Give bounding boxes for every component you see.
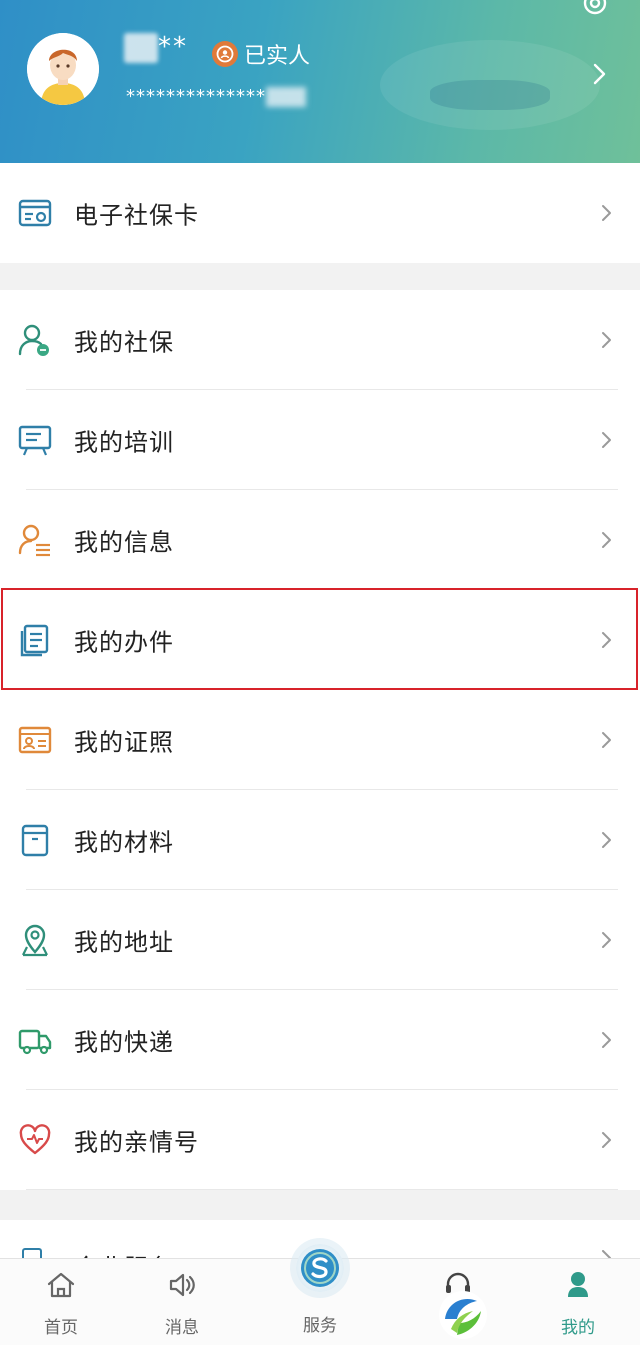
masked-name-block xyxy=(124,32,158,63)
masked-id-block xyxy=(266,87,306,107)
chevron-right-icon xyxy=(602,1132,611,1148)
menu-item-label: 我的培训 xyxy=(74,428,174,457)
profile-header[interactable]: ** 已实人 ************** xyxy=(0,0,640,163)
user-name: ** xyxy=(124,32,188,63)
masked-id: ************** xyxy=(126,86,306,107)
menu-item-label: 我的快递 xyxy=(74,1028,174,1057)
menu-item-my-social-security[interactable]: 我的社保 xyxy=(0,290,640,390)
watermark-logo-icon xyxy=(439,1291,487,1339)
chevron-right-icon xyxy=(602,1250,611,1258)
menu-item-my-address[interactable]: 我的地址 xyxy=(0,890,640,990)
menu-item-social-security-card[interactable]: 电子社保卡 xyxy=(0,163,640,263)
user-security-icon xyxy=(18,324,49,356)
chevron-right-icon xyxy=(602,332,611,348)
tab-customer-service[interactable] xyxy=(413,1259,503,1345)
menu-item-label: 电子社保卡 xyxy=(74,201,199,230)
menu-item-label: 我的材料 xyxy=(74,828,174,857)
social-security-card-icon xyxy=(18,199,52,227)
menu-item-label: 我的地址 xyxy=(74,928,174,957)
chevron-right-icon[interactable] xyxy=(592,62,608,86)
menu-item-label: 我的办件 xyxy=(74,628,174,657)
menu-item-my-licenses[interactable]: 我的证照 xyxy=(0,690,640,790)
service-center-button[interactable] xyxy=(296,1244,344,1292)
folder-icon xyxy=(21,824,49,857)
menu-item-my-materials[interactable]: 我的材料 xyxy=(0,790,640,890)
menu-item-my-family-number[interactable]: 我的亲情号 xyxy=(0,1090,640,1190)
chevron-right-icon xyxy=(602,532,611,548)
divider xyxy=(26,1189,618,1190)
verified-icon xyxy=(212,41,238,67)
my-menu-group: 我的社保 我的培训 我的信息 我的办件 我的证照 我的材料 我的地址 我的快递 … xyxy=(0,290,640,1190)
chevron-right-icon xyxy=(602,932,611,948)
location-pin-icon xyxy=(22,924,48,957)
avatar[interactable] xyxy=(27,33,99,105)
delivery-truck-icon xyxy=(18,1029,52,1055)
chevron-right-icon xyxy=(602,432,611,448)
chevron-right-icon xyxy=(602,205,611,221)
chevron-right-icon xyxy=(602,832,611,848)
home-icon xyxy=(47,1272,75,1298)
profile-icon xyxy=(568,1272,588,1297)
documents-icon xyxy=(20,624,49,657)
tab-label: 服务 xyxy=(303,1316,337,1336)
menu-item-my-cases[interactable]: 我的办件 xyxy=(0,590,640,690)
user-info-icon xyxy=(18,524,50,557)
menu-item-my-express[interactable]: 我的快递 xyxy=(0,990,640,1090)
speaker-icon xyxy=(169,1273,195,1297)
training-board-icon xyxy=(18,425,52,456)
chevron-right-icon xyxy=(602,1032,611,1048)
verified-badge: 已实人 xyxy=(212,38,310,70)
verified-label: 已实人 xyxy=(244,44,311,69)
settings-icon[interactable] xyxy=(578,0,612,20)
tab-label: 消息 xyxy=(165,1318,199,1338)
id-card-icon xyxy=(18,726,52,754)
menu-item-label: 我的亲情号 xyxy=(74,1128,199,1157)
chevron-right-icon xyxy=(602,732,611,748)
tab-label: 我的 xyxy=(561,1318,595,1338)
tab-mine[interactable]: 我的 xyxy=(533,1259,623,1345)
enterprise-icon xyxy=(22,1248,42,1258)
tab-label: 首页 xyxy=(44,1318,78,1338)
tab-messages[interactable]: 消息 xyxy=(137,1259,227,1345)
menu-item-label: 企业服务 xyxy=(74,1248,174,1258)
menu-item-my-info[interactable]: 我的信息 xyxy=(0,490,640,590)
tab-home[interactable]: 首页 xyxy=(16,1259,106,1345)
chevron-right-icon xyxy=(602,632,611,648)
menu-item-label: 我的社保 xyxy=(74,328,174,357)
masked-id-text: ************** xyxy=(126,86,266,107)
menu-item-label: 我的证照 xyxy=(74,728,174,757)
user-name-suffix: ** xyxy=(158,32,188,62)
service-logo-icon xyxy=(301,1249,339,1287)
menu-item-my-training[interactable]: 我的培训 xyxy=(0,390,640,490)
heart-icon xyxy=(19,1124,51,1155)
card-group: 电子社保卡 xyxy=(0,163,640,263)
menu-item-label: 我的信息 xyxy=(74,528,174,557)
